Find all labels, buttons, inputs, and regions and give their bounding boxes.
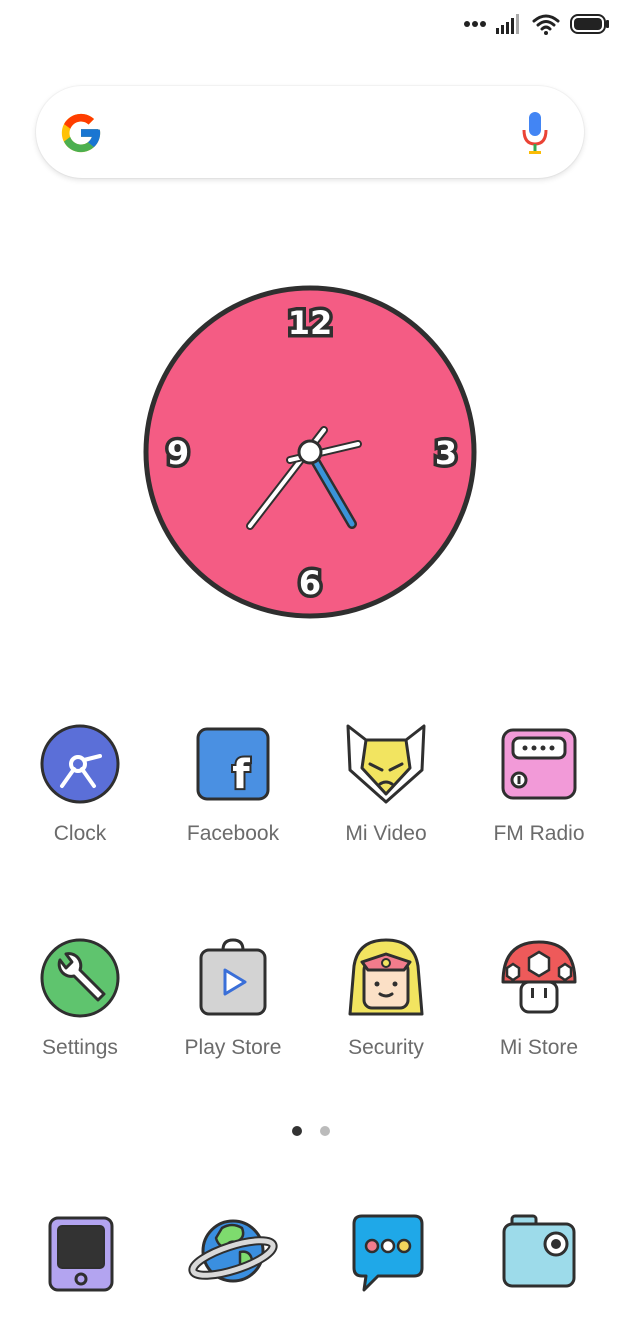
app-label: Mi Store — [499, 1036, 579, 1059]
clock-numeral-9: 9 — [167, 434, 189, 472]
fm-radio-icon — [501, 728, 577, 800]
app-label: Play Store — [184, 1036, 282, 1059]
clock-center-pin — [297, 439, 323, 465]
microphone-icon[interactable] — [520, 110, 550, 156]
app-mi-store[interactable]: Mi Store — [462, 936, 616, 1060]
signal-icon — [496, 14, 519, 34]
app-security[interactable]: Security — [309, 936, 463, 1060]
mi-video-icon — [346, 724, 426, 804]
app-clock[interactable]: Clock — [3, 722, 157, 846]
page-dot-inactive[interactable] — [320, 1126, 330, 1136]
settings-icon — [40, 938, 120, 1018]
app-play-store[interactable]: Play Store — [156, 936, 310, 1060]
clock-numeral-3: 3 — [435, 434, 457, 472]
app-label: Clock — [53, 822, 107, 845]
app-label: FM Radio — [493, 822, 585, 845]
app-label: Mi Video — [345, 822, 427, 845]
browser-planet-icon[interactable] — [188, 1206, 278, 1296]
phone-icon[interactable] — [36, 1206, 126, 1296]
camera-icon[interactable] — [494, 1206, 584, 1296]
clock-numeral-6: 6 — [299, 564, 321, 602]
app-label: Security — [348, 1036, 424, 1059]
clock-app-icon — [40, 724, 120, 804]
mi-store-icon — [501, 940, 577, 1014]
wifi-icon — [532, 14, 560, 35]
google-search-bar[interactable] — [36, 86, 584, 178]
battery-icon — [570, 14, 609, 34]
play-store-icon — [199, 938, 267, 1016]
more-dots-icon — [464, 21, 486, 27]
app-fm-radio[interactable]: FM Radio — [462, 722, 616, 846]
app-settings[interactable]: Settings — [3, 936, 157, 1060]
google-g-icon — [61, 113, 101, 153]
app-mi-video[interactable]: Mi Video — [309, 722, 463, 846]
clock-numeral-12: 12 — [288, 304, 333, 342]
analog-clock-widget[interactable]: 12 3 6 9 — [142, 284, 478, 620]
page-dot-active — [292, 1126, 302, 1136]
security-icon — [348, 938, 424, 1016]
messages-icon[interactable] — [342, 1206, 432, 1296]
app-label: Facebook — [186, 822, 280, 845]
status-bar — [464, 10, 610, 38]
app-facebook[interactable]: f Facebook — [156, 722, 310, 846]
app-label: Settings — [42, 1036, 118, 1059]
facebook-icon: f — [196, 727, 270, 801]
page-indicator — [292, 1126, 330, 1136]
svg-text:f: f — [232, 752, 250, 798]
